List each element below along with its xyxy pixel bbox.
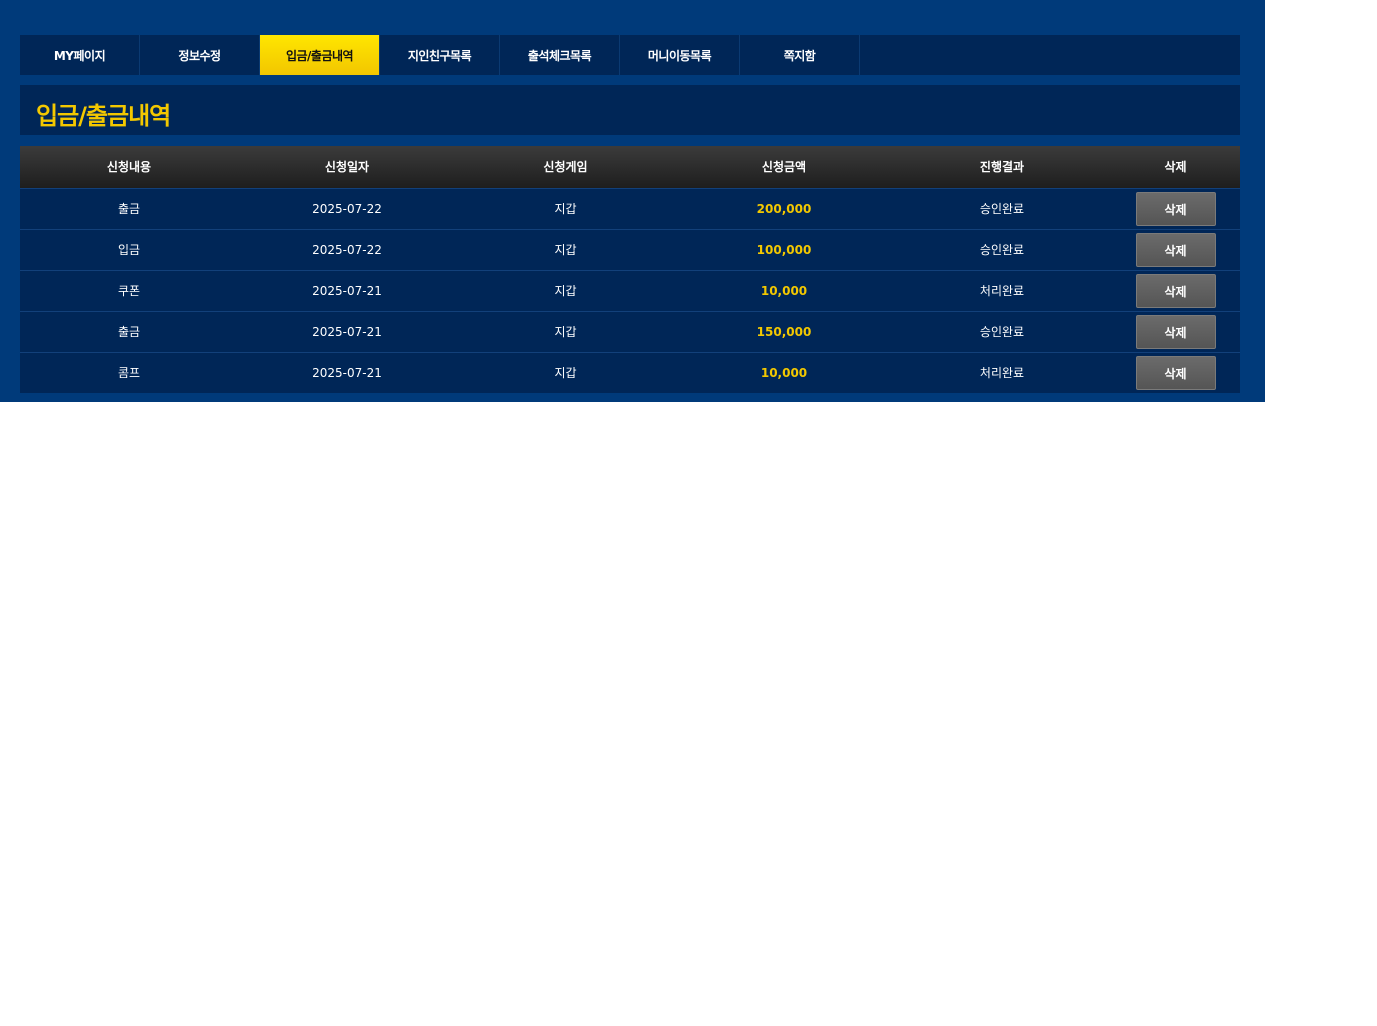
tab-messages[interactable]: 쪽지함: [740, 35, 860, 75]
cell-date: 2025-07-21: [312, 283, 382, 298]
tab-mypage[interactable]: MY페이지: [20, 35, 140, 75]
cell-result: 처리완료: [979, 366, 1025, 381]
cell-delete: 삭제: [1111, 352, 1240, 393]
table-body: 출금 2025-07-22 지갑 200,000 승인완료 삭제 입금 2025…: [20, 188, 1240, 393]
cell-type: 출금: [117, 325, 141, 339]
cell-date: 2025-07-22: [312, 242, 382, 257]
cell-date: 2025-07-21: [312, 324, 382, 339]
tab-edit-info[interactable]: 정보수정: [140, 35, 260, 75]
column-header-result: 진행결과: [979, 160, 1025, 175]
cell-delete: 삭제: [1111, 229, 1240, 270]
delete-button[interactable]: 삭제: [1135, 191, 1216, 226]
page-title-bar: 입금/출금내역: [20, 85, 1240, 135]
delete-button[interactable]: 삭제: [1135, 273, 1216, 308]
cell-delete: 삭제: [1111, 311, 1240, 352]
column-header-type: 신청내용: [106, 160, 152, 175]
cell-type: 입금: [117, 243, 141, 257]
table-row: 쿠폰 2025-07-21 지갑 10,000 처리완료 삭제: [20, 270, 1240, 311]
cell-date: 2025-07-21: [312, 365, 382, 380]
history-table: 신청내용 신청일자 신청게임 신청금액 진행결과 삭제 출금 2025-07-2…: [20, 146, 1240, 393]
cell-delete: 삭제: [1111, 188, 1240, 229]
cell-result: 승인완료: [979, 243, 1025, 257]
cell-game: 지갑: [554, 325, 577, 339]
cell-type: 쿠폰: [117, 284, 141, 298]
cell-date: 2025-07-22: [312, 201, 382, 216]
tab-deposit-withdraw-history[interactable]: 입금/출금내역: [260, 35, 380, 75]
mypage-panel: MY페이지 정보수정 입금/출금내역 지인친구목록 출석체크목록 머니이동목록 …: [0, 0, 1265, 402]
cell-result: 처리완료: [979, 284, 1025, 298]
cell-result: 승인완료: [979, 202, 1025, 216]
table-header-row: 신청내용 신청일자 신청게임 신청금액 진행결과 삭제: [20, 146, 1240, 188]
cell-amount: 100,000: [756, 242, 812, 257]
table-row: 입금 2025-07-22 지갑 100,000 승인완료 삭제: [20, 229, 1240, 270]
cell-game: 지갑: [554, 202, 577, 216]
column-header-delete: 삭제: [1164, 160, 1187, 175]
column-header-game: 신청게임: [543, 160, 588, 175]
column-header-amount: 신청금액: [761, 160, 807, 175]
table-row: 콤프 2025-07-21 지갑 10,000 처리완료 삭제: [20, 352, 1240, 393]
table-header: 신청내용 신청일자 신청게임 신청금액 진행결과 삭제: [20, 146, 1240, 188]
table-row: 출금 2025-07-21 지갑 150,000 승인완료 삭제: [20, 311, 1240, 352]
history-table-wrapper: 신청내용 신청일자 신청게임 신청금액 진행결과 삭제 출금 2025-07-2…: [20, 146, 1240, 393]
cell-type: 콤프: [117, 366, 141, 381]
cell-game: 지갑: [554, 284, 577, 298]
cell-amount: 10,000: [760, 365, 808, 380]
cell-delete: 삭제: [1111, 270, 1240, 311]
delete-button[interactable]: 삭제: [1135, 232, 1216, 267]
cell-game: 지갑: [554, 366, 577, 381]
delete-button[interactable]: 삭제: [1135, 314, 1216, 349]
table-row: 출금 2025-07-22 지갑 200,000 승인완료 삭제: [20, 188, 1240, 229]
delete-button[interactable]: 삭제: [1135, 355, 1216, 390]
cell-result: 승인완료: [979, 325, 1025, 339]
tab-attendance-list[interactable]: 출석체크목록: [500, 35, 620, 75]
tab-money-transfer-list[interactable]: 머니이동목록: [620, 35, 740, 75]
column-header-date: 신청일자: [324, 160, 370, 175]
cell-game: 지갑: [554, 243, 577, 257]
cell-amount: 200,000: [756, 201, 812, 216]
mypage-tab-bar: MY페이지 정보수정 입금/출금내역 지인친구목록 출석체크목록 머니이동목록 …: [20, 35, 1240, 75]
cell-type: 출금: [117, 202, 141, 216]
page-title: 입금/출금내역: [36, 102, 171, 130]
cell-amount: 150,000: [756, 324, 812, 339]
tab-friend-list[interactable]: 지인친구목록: [380, 35, 500, 75]
cell-amount: 10,000: [760, 283, 808, 298]
